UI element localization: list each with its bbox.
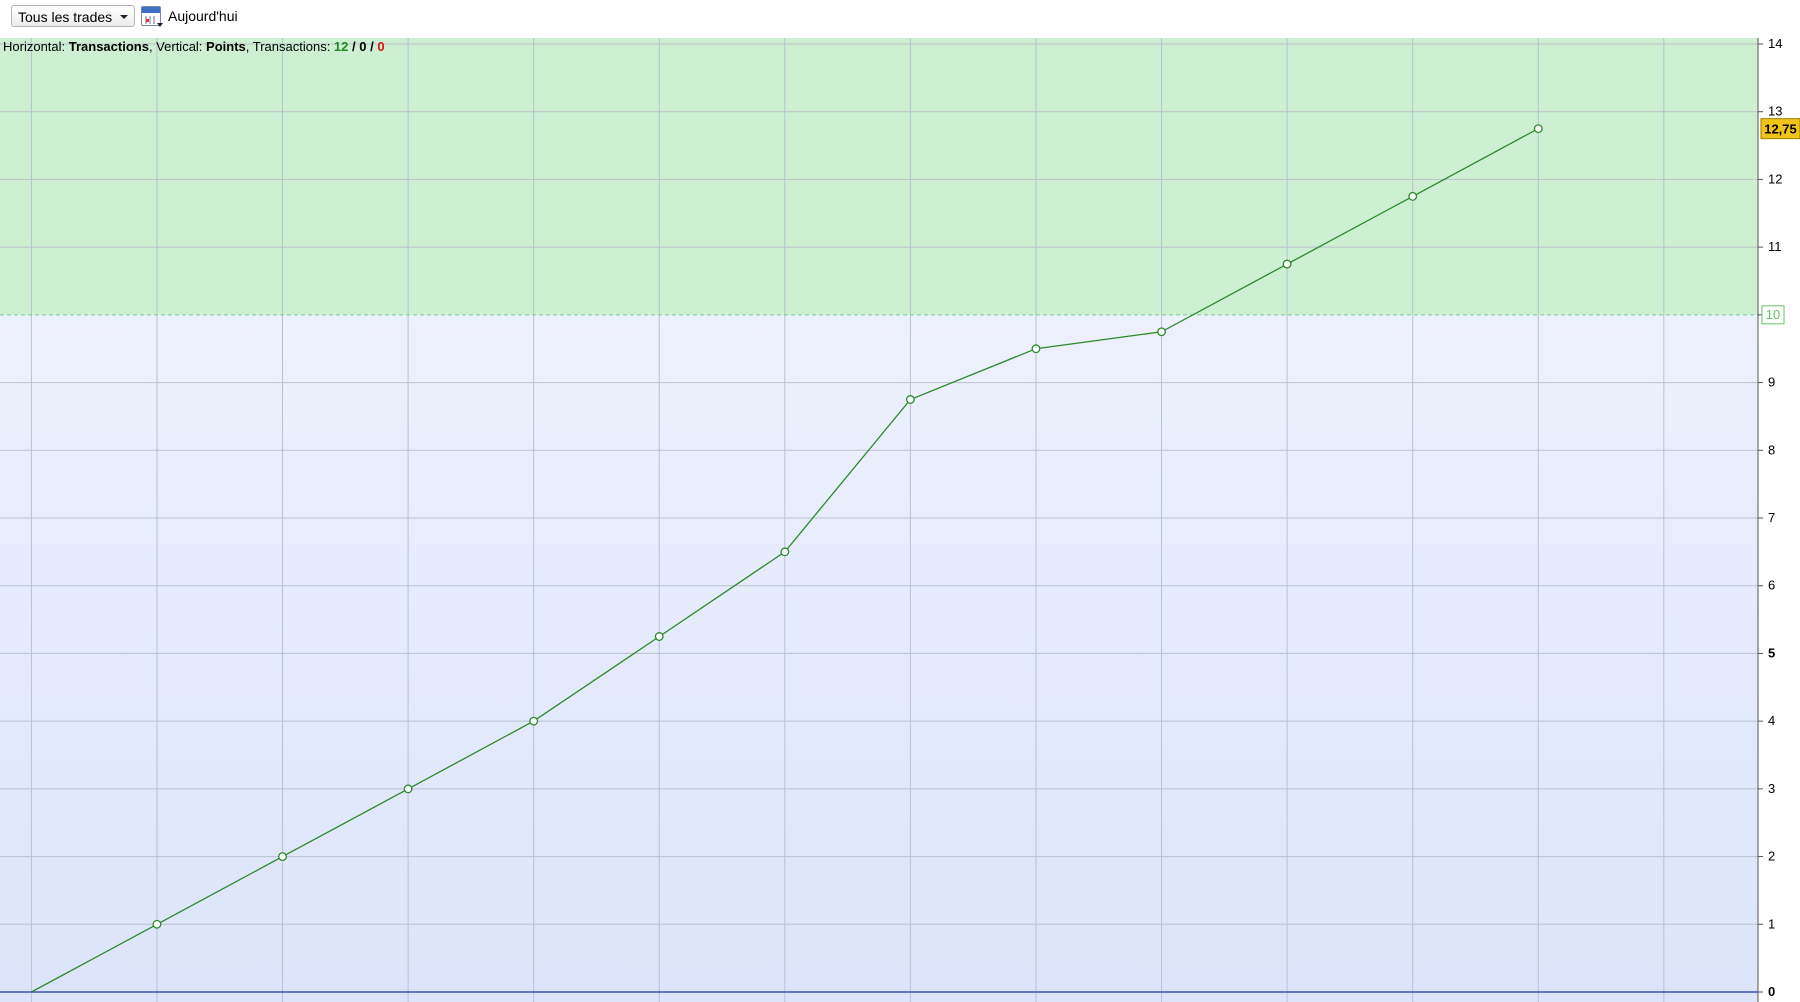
info-v-prefix: , Vertical: (148, 39, 207, 54)
y-tick-label: 4 (1768, 713, 1775, 728)
y-tick-label: 5 (1768, 645, 1775, 660)
chart-info-line: Horizontal: Transactions, Vertical: Poin… (3, 39, 385, 54)
series-point (1031, 344, 1041, 354)
y-axis-ticks: 012345678911121314 (1758, 36, 1782, 999)
series-point (780, 547, 790, 557)
last-value-badge: 12,75 (1760, 118, 1800, 140)
y-tick-label: 14 (1768, 36, 1782, 51)
y-tick-label: 0 (1768, 984, 1775, 999)
series-point (1282, 259, 1292, 269)
target-badge: 10 (1761, 305, 1785, 325)
series-point (1533, 124, 1543, 134)
info-wins: 12 (333, 39, 349, 54)
target-zone (0, 38, 1758, 315)
y-tick-label: 6 (1768, 578, 1775, 593)
y-tick-label: 3 (1768, 781, 1775, 796)
info-t-prefix: , Transactions: (245, 39, 334, 54)
y-tick-label: 11 (1768, 239, 1782, 254)
series-point (1408, 191, 1418, 201)
series-point (529, 716, 539, 726)
series-point (152, 919, 162, 929)
y-tick-label: 1 (1768, 916, 1775, 931)
y-tick-label: 7 (1768, 510, 1775, 525)
series-point (654, 632, 664, 641)
y-tick-label: 8 (1768, 442, 1775, 457)
info-losses: 0 (377, 39, 385, 54)
last-value-label: 12,75 (1764, 122, 1797, 137)
y-tick-label: 13 (1768, 104, 1782, 119)
info-sep1: / (348, 39, 360, 54)
y-tick-label: 12 (1768, 171, 1782, 186)
series-point (1157, 327, 1166, 337)
info-v-value: Points (206, 39, 246, 54)
series-point (278, 852, 287, 862)
points-chart: 012345678911121314 10 12,75 (0, 36, 1800, 1002)
series-point (403, 784, 413, 794)
info-sep2: / (366, 39, 378, 54)
target-badge-label: 10 (1766, 307, 1780, 322)
y-tick-label: 2 (1768, 849, 1775, 864)
info-h-value: Transactions (68, 39, 149, 54)
y-tick-label: 9 (1768, 375, 1775, 390)
info-h-prefix: Horizontal: (3, 39, 69, 54)
series-point (905, 395, 915, 404)
